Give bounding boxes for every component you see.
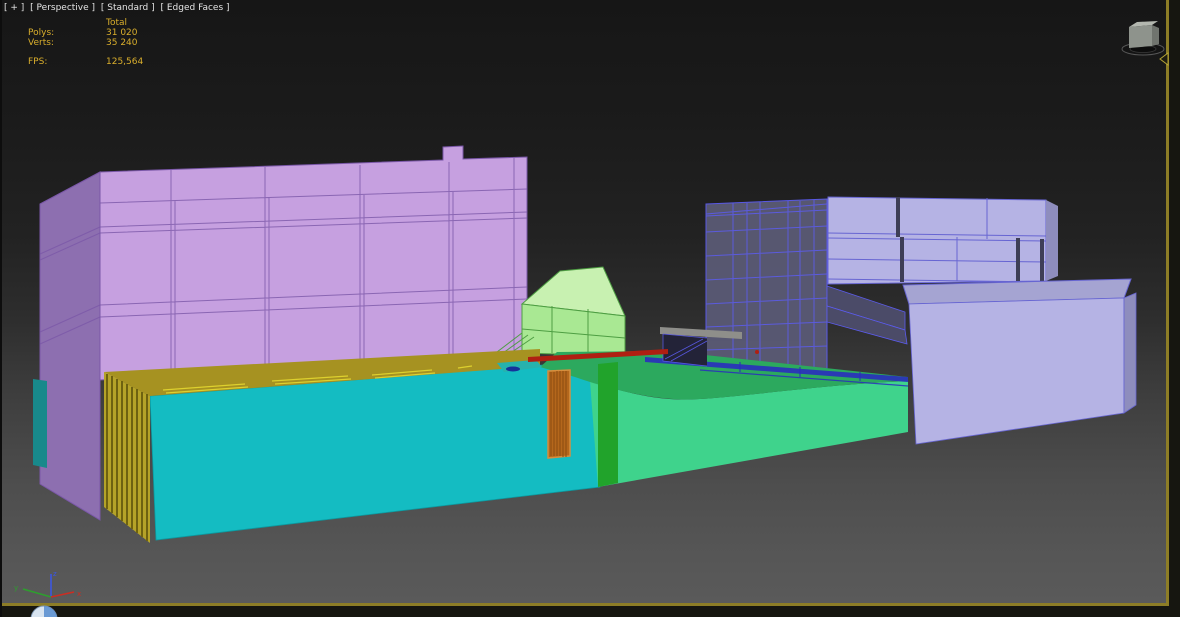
red-dot-object[interactable] [755,350,759,354]
viewport-border-right [1166,0,1169,606]
viewport-general-menu[interactable]: [ + ] [4,3,24,13]
view-cube-front-face[interactable] [1129,25,1152,48]
right-box-front-wall[interactable] [908,297,1125,445]
world-axis-gizmo: z y x [14,570,81,598]
stats-verts-label: Verts: [28,38,54,48]
axis-x-label: x [77,590,81,598]
grass-dark-band[interactable] [598,362,618,487]
stats-row-polys: Polys: 31 020 [28,28,143,38]
frame-left-dark [0,0,2,617]
viewport-shading-menu[interactable]: [ Standard ] [101,3,155,13]
wireframe-glass-block[interactable] [705,198,828,372]
grass-wall-front[interactable] [590,381,908,487]
stats-fps-label: FPS: [28,57,48,67]
olive-louver-stripes [106,374,148,541]
purple-building-front-wall[interactable] [99,145,528,381]
view-cube-side-face[interactable] [1152,25,1159,46]
viewport-border-bottom [0,603,1169,606]
view-cube[interactable] [1121,21,1165,56]
max-viewport[interactable]: z y x [ + ] [ Perspective ] [ Standard ]… [0,0,1180,617]
axis-x-line [50,591,75,598]
viewport-pov-menu[interactable]: [ Perspective ] [30,3,95,13]
frame-right-dark [1169,0,1180,617]
stats-polys-label: Polys: [28,28,55,38]
right-box-side-wall[interactable] [1123,292,1137,414]
navy-blob[interactable] [506,366,520,372]
axis-y-label: y [14,584,18,592]
teal-strip-object[interactable] [33,379,47,468]
stats-total-header: Total [106,18,128,28]
viewport-3d-scene[interactable]: z y x [0,0,1180,617]
stats-row-fps: FPS: 125,564 [28,57,143,67]
viewport-mode-menu[interactable]: [ Edged Faces ] [161,3,230,13]
stats-fps-value: 125,564 [106,57,144,67]
stats-verts-value: 35 240 [106,38,138,48]
entry-opening[interactable] [663,334,707,366]
stats-row-verts: Verts: 35 240 [28,38,143,48]
viewport-label-bar: [ + ] [ Perspective ] [ Standard ] [ Edg… [4,3,233,14]
frame-bottom-dark [0,606,1180,617]
border-splitter-arrow-icon[interactable] [1159,52,1169,66]
stats-polys-value: 31 020 [106,28,138,38]
statistics-panel: Total Polys: 31 020 Verts: 35 240 FPS: 1… [28,18,143,67]
axis-y-line [22,588,52,598]
purple-building-side-wall[interactable] [39,171,101,521]
axis-z-label: z [53,570,57,578]
panel-block-right-side [1046,200,1058,281]
